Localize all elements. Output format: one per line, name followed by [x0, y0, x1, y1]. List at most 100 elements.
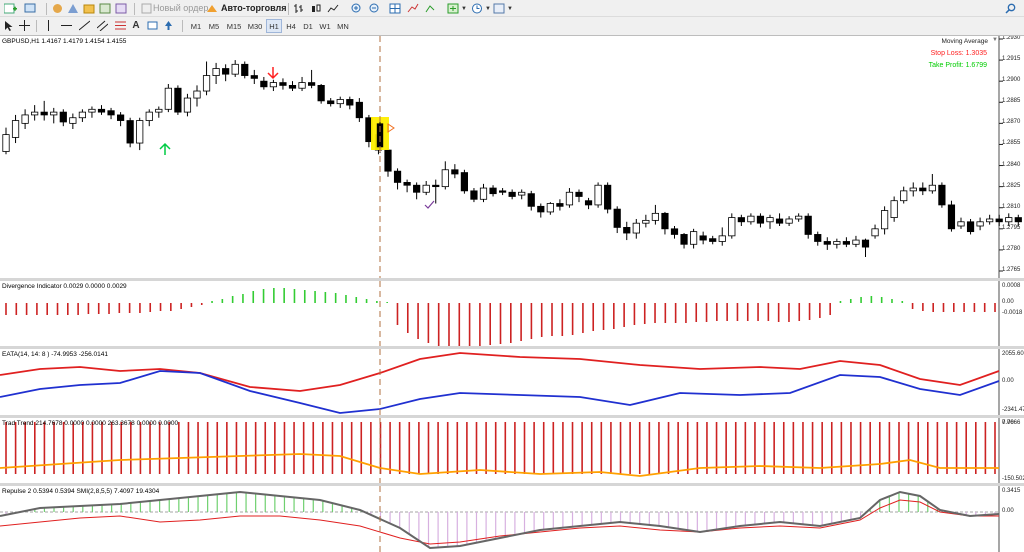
- bear-candle: [384, 149, 392, 172]
- bar-chart-icon[interactable]: [292, 2, 306, 15]
- bear-candle: [823, 241, 831, 245]
- data-window-icon[interactable]: [66, 2, 80, 15]
- tile-windows-icon[interactable]: [388, 2, 402, 15]
- bear-candle: [241, 63, 249, 76]
- market-watch-icon[interactable]: [50, 2, 64, 15]
- candlestick-chart: [2, 36, 1022, 278]
- text-tool-icon[interactable]: A: [130, 19, 142, 32]
- timeframe-h4-button[interactable]: H4: [283, 19, 299, 33]
- bear-candle: [250, 75, 258, 79]
- horizontal-line-icon[interactable]: [60, 19, 72, 32]
- profiles-icon[interactable]: [22, 2, 38, 15]
- bear-candle: [40, 111, 48, 116]
- bull-candle: [479, 187, 488, 200]
- new-chart-icon[interactable]: [2, 2, 18, 15]
- new-order-icon[interactable]: [140, 2, 152, 15]
- bull-candle: [155, 108, 163, 113]
- bull-candle: [957, 221, 965, 227]
- bull-candle: [976, 221, 984, 227]
- timeframe-h1-button[interactable]: H1: [266, 19, 282, 33]
- autotrading-button[interactable]: Авто-торговля: [221, 3, 287, 13]
- axis-tick-label: 0.00: [1002, 378, 1014, 384]
- crosshair-icon[interactable]: [18, 19, 30, 32]
- strategy-tester-icon[interactable]: [114, 2, 128, 15]
- autoscroll-icon[interactable]: [424, 2, 438, 15]
- timeframe-m30-button[interactable]: M30: [245, 19, 265, 33]
- zoom-out-icon[interactable]: [368, 2, 382, 15]
- standard-toolbar: Новый ордер Авто-торговля ▼ ▼ ▼: [0, 0, 1024, 17]
- indicators-icon[interactable]: [446, 2, 460, 15]
- trendline-icon[interactable]: [78, 19, 90, 32]
- bull-candle: [651, 212, 660, 221]
- chart-symbol-label: GBPUSD,H1 1.4167 1.4179 1.4154 1.4155: [2, 38, 127, 45]
- bear-candle: [842, 241, 851, 245]
- cursor-icon[interactable]: [3, 19, 15, 32]
- fibonacci-icon[interactable]: [114, 19, 126, 32]
- zoom-in-icon[interactable]: [350, 2, 364, 15]
- bear-candle: [97, 108, 106, 113]
- bull-candle: [202, 75, 211, 92]
- timeframe-w1-button[interactable]: W1: [317, 19, 333, 33]
- bull-candle: [565, 191, 574, 206]
- window-dropdown-icon[interactable]: ▼: [992, 37, 998, 43]
- text-label-icon[interactable]: [146, 19, 158, 32]
- bear-candle: [403, 182, 411, 186]
- bear-candle: [966, 221, 975, 233]
- timeframe-m1-button[interactable]: M1: [188, 19, 204, 33]
- bull-candle: [594, 184, 602, 206]
- periods-dropdown-icon[interactable]: ▼: [484, 2, 492, 15]
- templates-dropdown-icon[interactable]: ▼: [506, 2, 514, 15]
- bear-candle: [451, 169, 459, 175]
- bear-candle: [117, 114, 125, 121]
- repulse-indicator-pane[interactable]: Repulse 2 0.5394 0.5394 SMI(2,8,5,5) 7.4…: [0, 486, 1024, 552]
- timeframe-d1-button[interactable]: D1: [300, 19, 316, 33]
- eata-indicator-pane[interactable]: EATA(14, 14: 8 ) -74.9953 -256.0141 2055…: [0, 349, 1024, 418]
- vertical-line-icon[interactable]: [42, 19, 54, 32]
- timeframe-mn-button[interactable]: MN: [334, 19, 352, 33]
- bear-candle: [107, 110, 115, 116]
- bear-candle: [737, 217, 745, 223]
- axis-tick-label: 1.2855: [1002, 140, 1021, 147]
- bull-candle: [632, 222, 640, 234]
- bear-candle: [556, 203, 564, 207]
- bear-candle: [460, 172, 469, 192]
- trad-trend-label: Trad Trend 214.7678 0.0000 0.0000 263.36…: [2, 420, 179, 427]
- line-chart-icon[interactable]: [326, 2, 340, 15]
- candlestick-icon[interactable]: [309, 2, 323, 15]
- terminal-icon[interactable]: [98, 2, 112, 15]
- bull-candle: [986, 218, 994, 223]
- bull-candle: [193, 90, 201, 99]
- divergence-indicator-pane[interactable]: Divergence Indicator 0.0029 0.0000 0.002…: [0, 281, 1024, 349]
- bear-candle: [699, 235, 707, 241]
- bull-candle: [69, 117, 77, 124]
- timeframe-m15-button[interactable]: M15: [224, 19, 244, 33]
- timeframe-m5-button[interactable]: M5: [205, 19, 223, 33]
- indicators-dropdown-icon[interactable]: ▼: [460, 2, 468, 15]
- autotrading-icon[interactable]: [206, 2, 218, 15]
- price-chart-pane[interactable]: GBPUSD,H1 1.4167 1.4179 1.4154 1.4155 Mo…: [0, 36, 1024, 281]
- navigator-icon[interactable]: [82, 2, 96, 15]
- indicator-name-label: Moving Average: [941, 38, 989, 45]
- arrows-icon[interactable]: [162, 19, 174, 32]
- periods-icon[interactable]: [470, 2, 484, 15]
- repulse-lines: [0, 486, 1000, 552]
- bull-candle: [890, 200, 898, 218]
- bear-candle: [288, 85, 297, 89]
- axis-tick-label: -2341.47: [1002, 407, 1024, 413]
- bear-candle: [59, 111, 67, 123]
- axis-tick-label: 1.2900: [1002, 77, 1021, 84]
- axis-tick-label: 0.00: [1002, 299, 1014, 305]
- channel-icon[interactable]: [96, 19, 108, 32]
- trad-trend-indicator-pane[interactable]: Trad Trend 214.7678 0.0000 0.0000 263.36…: [0, 418, 1024, 486]
- axis-tick-label: 1.2810: [1002, 203, 1021, 210]
- bear-candle: [804, 215, 812, 235]
- chart-shift-icon[interactable]: [406, 2, 420, 15]
- templates-icon[interactable]: [492, 2, 506, 15]
- take-profit-label: Take Profit: 1.6799: [928, 62, 987, 69]
- bear-candle: [498, 190, 507, 193]
- bull-candle: [852, 239, 860, 245]
- search-icon[interactable]: [1003, 2, 1017, 15]
- new-order-button[interactable]: Новый ордер: [153, 3, 208, 13]
- bear-candle: [279, 82, 287, 86]
- bear-candle: [126, 120, 134, 144]
